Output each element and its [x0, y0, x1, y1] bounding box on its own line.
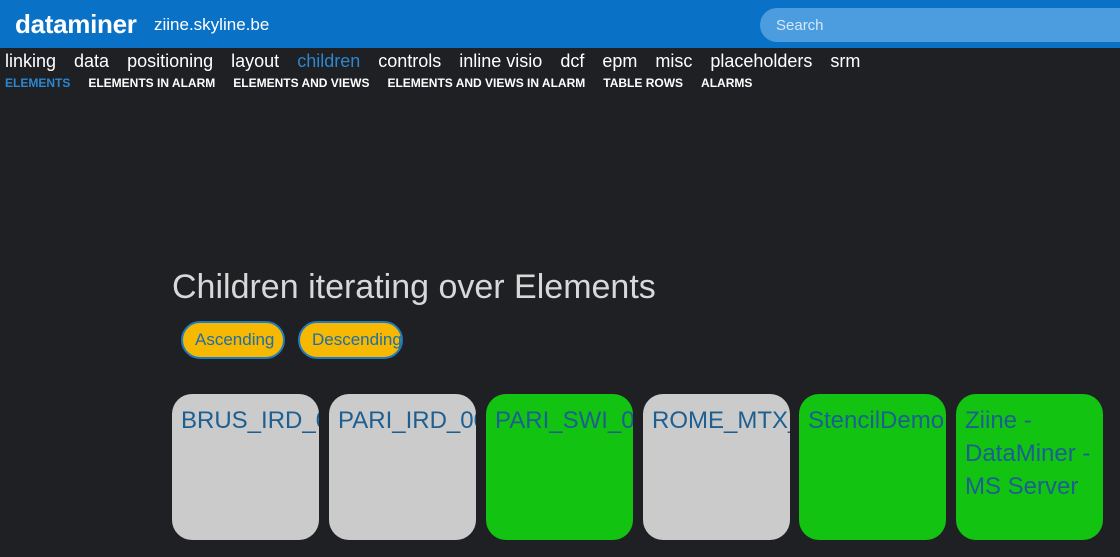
- element-tile[interactable]: BRUS_IRD_0: [172, 394, 319, 540]
- nav-item-placeholders[interactable]: placeholders: [710, 51, 812, 72]
- descending-button[interactable]: Descending: [298, 321, 403, 359]
- nav-item-inline-visio[interactable]: inline visio: [459, 51, 542, 72]
- page-title: Children iterating over Elements: [172, 268, 656, 306]
- element-tile-label: ROME_MTX_: [652, 407, 790, 434]
- ascending-button[interactable]: Ascending: [181, 321, 285, 359]
- tab-elements-and-views-in-alarm[interactable]: ELEMENTS AND VIEWS IN ALARM: [387, 76, 585, 90]
- element-tile[interactable]: PARI_IRD_00: [329, 394, 476, 540]
- sub-nav: ELEMENTS ELEMENTS IN ALARM ELEMENTS AND …: [5, 76, 752, 90]
- nav-item-layout[interactable]: layout: [231, 51, 279, 72]
- main-nav: linking data positioning layout children…: [5, 51, 860, 72]
- element-tile-label: BRUS_IRD_0: [181, 407, 319, 434]
- nav-item-epm[interactable]: epm: [602, 51, 637, 72]
- host-name: ziine.skyline.be: [154, 15, 270, 34]
- nav-item-linking[interactable]: linking: [5, 51, 56, 72]
- element-tile-label: PARI_IRD_00: [338, 407, 476, 434]
- tab-alarms[interactable]: ALARMS: [701, 76, 752, 90]
- nav-item-srm[interactable]: srm: [830, 51, 860, 72]
- element-tile[interactable]: ROME_MTX_: [643, 394, 790, 540]
- search-input[interactable]: [760, 8, 1120, 42]
- element-tile[interactable]: PARI_SWI_00: [486, 394, 633, 540]
- element-tile-label: StencilDemo: [808, 407, 945, 434]
- element-tile[interactable]: Ziine - DataMiner - MS Server: [956, 394, 1103, 540]
- element-tile[interactable]: StencilDemo: [799, 394, 946, 540]
- nav-item-controls[interactable]: controls: [378, 51, 441, 72]
- tab-elements[interactable]: ELEMENTS: [5, 76, 70, 90]
- nav-item-children[interactable]: children: [297, 51, 360, 72]
- element-tile-label: PARI_SWI_00: [495, 407, 633, 434]
- element-tiles: BRUS_IRD_0 PARI_IRD_00 PARI_SWI_00 ROME_…: [172, 394, 1120, 557]
- tab-table-rows[interactable]: TABLE ROWS: [603, 76, 683, 90]
- tab-elements-and-views[interactable]: ELEMENTS AND VIEWS: [233, 76, 369, 90]
- nav-item-dcf[interactable]: dcf: [560, 51, 584, 72]
- top-bar: dataminer ziine.skyline.be: [0, 0, 1120, 48]
- brand-logo[interactable]: dataminer: [15, 9, 137, 40]
- element-tile-label: Ziine - DataMiner - MS Server: [965, 407, 1091, 500]
- nav-item-data[interactable]: data: [74, 51, 109, 72]
- nav-item-misc[interactable]: misc: [655, 51, 692, 72]
- nav-item-positioning[interactable]: positioning: [127, 51, 213, 72]
- tab-elements-in-alarm[interactable]: ELEMENTS IN ALARM: [88, 76, 215, 90]
